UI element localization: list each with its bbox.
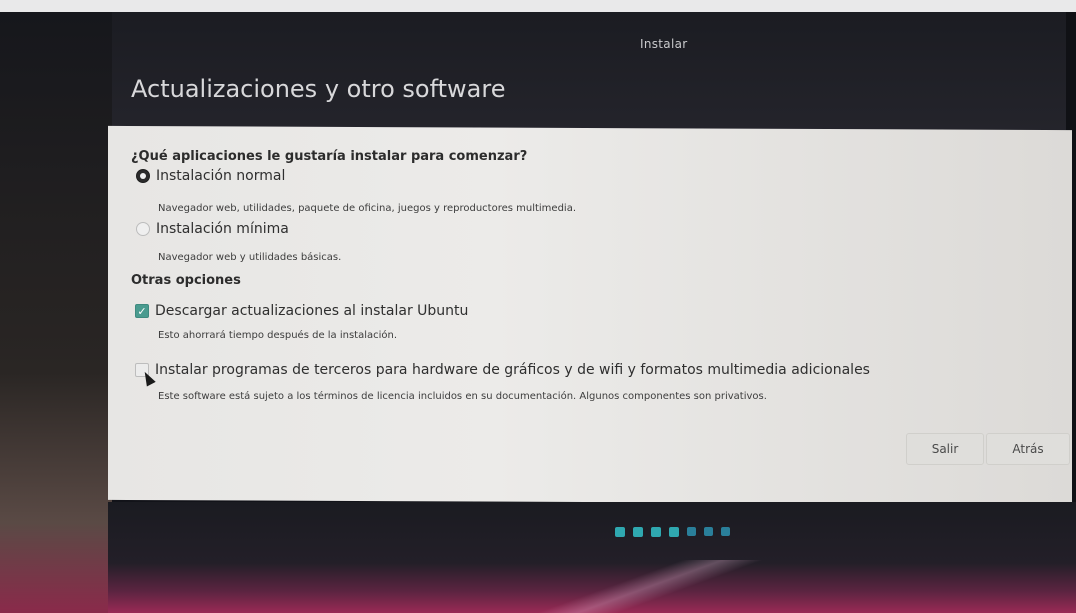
progress-dot-pending [687, 527, 696, 536]
radio-minimal-install[interactable]: Instalación mínima [136, 221, 289, 237]
radio-unselected-icon[interactable] [136, 222, 150, 236]
progress-dot-pending [704, 527, 713, 536]
download-updates-label: Descargar actualizaciones al instalar Ub… [155, 303, 469, 319]
window-title: Instalar [640, 37, 688, 51]
back-button[interactable]: Atrás [986, 433, 1070, 465]
third-party-description: Este software está sujeto a los términos… [158, 391, 767, 402]
third-party-label: Instalar programas de terceros para hard… [155, 362, 870, 378]
normal-install-label: Instalación normal [156, 168, 286, 184]
progress-dot-completed [615, 527, 625, 537]
minimal-install-label: Instalación mínima [156, 221, 289, 237]
progress-dot-completed [669, 527, 679, 537]
progress-dots [615, 527, 730, 537]
header-bar [0, 12, 1076, 130]
monitor-bezel-left [0, 12, 112, 613]
checkbox-third-party[interactable]: Instalar programas de terceros para hard… [135, 362, 870, 378]
download-updates-description: Esto ahorrará tiempo después de la insta… [158, 330, 398, 341]
other-options-heading: Otras opciones [131, 273, 241, 288]
radio-selected-icon[interactable] [136, 169, 150, 183]
checkmark-icon[interactable]: ✓ [135, 304, 149, 318]
page-title: Actualizaciones y otro software [131, 75, 506, 103]
progress-dot-completed [651, 527, 661, 537]
radio-normal-install[interactable]: Instalación normal [136, 168, 285, 184]
progress-dot-completed [633, 527, 643, 537]
progress-dot-pending [721, 527, 730, 536]
normal-install-description: Navegador web, utilidades, paquete de of… [158, 203, 577, 214]
photo-top-edge [0, 0, 1076, 12]
checkbox-download-updates[interactable]: ✓ Descargar actualizaciones al instalar … [135, 303, 468, 319]
quit-button[interactable]: Salir [906, 433, 984, 465]
minimal-install-description: Navegador web y utilidades básicas. [158, 252, 342, 263]
screen-reflection [520, 560, 780, 613]
install-question: ¿Qué aplicaciones le gustaría instalar p… [131, 149, 528, 164]
